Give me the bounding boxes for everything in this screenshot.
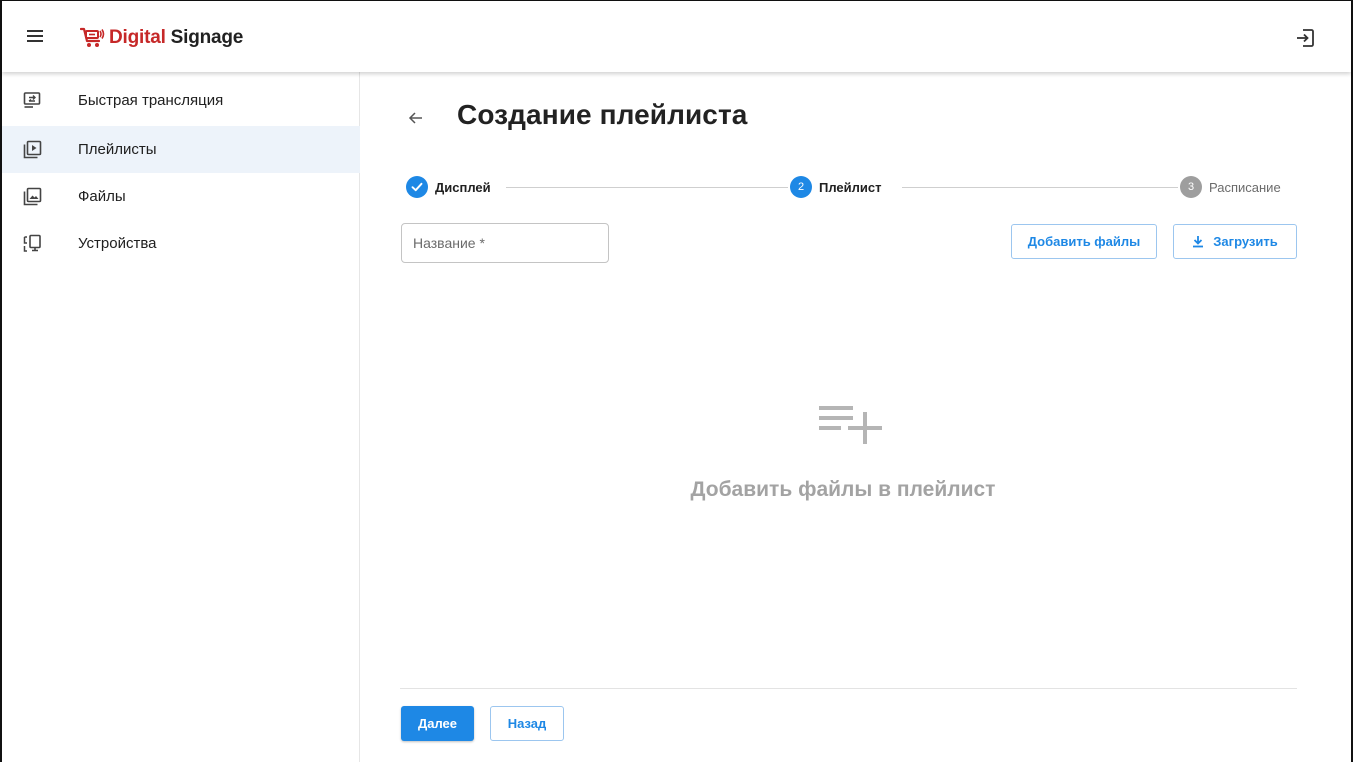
empty-state-text: Добавить файлы в плейлист xyxy=(690,478,996,501)
playlist-name-input[interactable] xyxy=(402,224,608,262)
step-number: 2 xyxy=(790,176,812,198)
main-content: Создание плейлиста Дисплей 2 Плейлист 3 … xyxy=(361,72,1351,762)
sidebar-item-label: Устройства xyxy=(78,235,157,252)
step-label: Расписание xyxy=(1209,179,1281,195)
hamburger-menu-icon[interactable] xyxy=(26,27,44,45)
app-logo[interactable]: Digital Signage xyxy=(80,27,243,49)
playlist-add-icon xyxy=(819,406,882,444)
logo-text-digital: Digital xyxy=(109,27,166,48)
sidebar: Быстрая трансляция Плейлисты Файлы Устро… xyxy=(2,72,360,762)
add-files-button[interactable]: Добавить файлы xyxy=(1011,224,1157,259)
sidebar-item-label: Быстрая трансляция xyxy=(78,92,224,109)
step-playlist[interactable]: 2 Плейлист xyxy=(790,175,890,199)
upload-button-label: Загрузить xyxy=(1213,234,1278,249)
sidebar-item-quick-cast[interactable]: Быстрая трансляция xyxy=(2,77,360,124)
sidebar-item-playlists[interactable]: Плейлисты xyxy=(2,126,360,173)
download-icon xyxy=(1193,236,1204,248)
arrow-left-icon[interactable] xyxy=(406,108,426,128)
signage-logo-icon xyxy=(80,27,105,47)
quick-cast-icon xyxy=(23,92,41,108)
playlist-play-icon xyxy=(23,140,42,159)
app-header: Digital Signage xyxy=(2,1,1351,72)
back-button[interactable]: Назад xyxy=(490,706,564,741)
sidebar-item-files[interactable]: Файлы xyxy=(2,173,360,220)
logo-text-signage: Signage xyxy=(170,27,244,48)
devices-icon xyxy=(23,234,41,252)
sidebar-item-devices[interactable]: Устройства xyxy=(2,220,360,267)
step-number: 3 xyxy=(1180,176,1202,198)
step-schedule[interactable]: 3 Расписание xyxy=(1180,175,1281,199)
sidebar-item-label: Плейлисты xyxy=(78,141,157,158)
logout-icon[interactable] xyxy=(1295,28,1315,48)
step-label: Дисплей xyxy=(435,179,491,195)
check-icon xyxy=(406,176,428,198)
upload-button[interactable]: Загрузить xyxy=(1173,224,1297,259)
page-title: Создание плейлиста xyxy=(457,99,748,130)
step-connector xyxy=(506,187,788,188)
step-label: Плейлист xyxy=(819,179,882,195)
step-connector xyxy=(902,187,1178,188)
footer-divider xyxy=(400,688,1297,689)
image-file-icon xyxy=(23,187,42,206)
sidebar-item-label: Файлы xyxy=(78,188,126,205)
stepper: Дисплей 2 Плейлист 3 Расписание xyxy=(406,175,1290,199)
step-display[interactable]: Дисплей xyxy=(406,175,499,199)
playlist-name-field[interactable] xyxy=(401,223,609,263)
next-button[interactable]: Далее xyxy=(401,706,474,741)
